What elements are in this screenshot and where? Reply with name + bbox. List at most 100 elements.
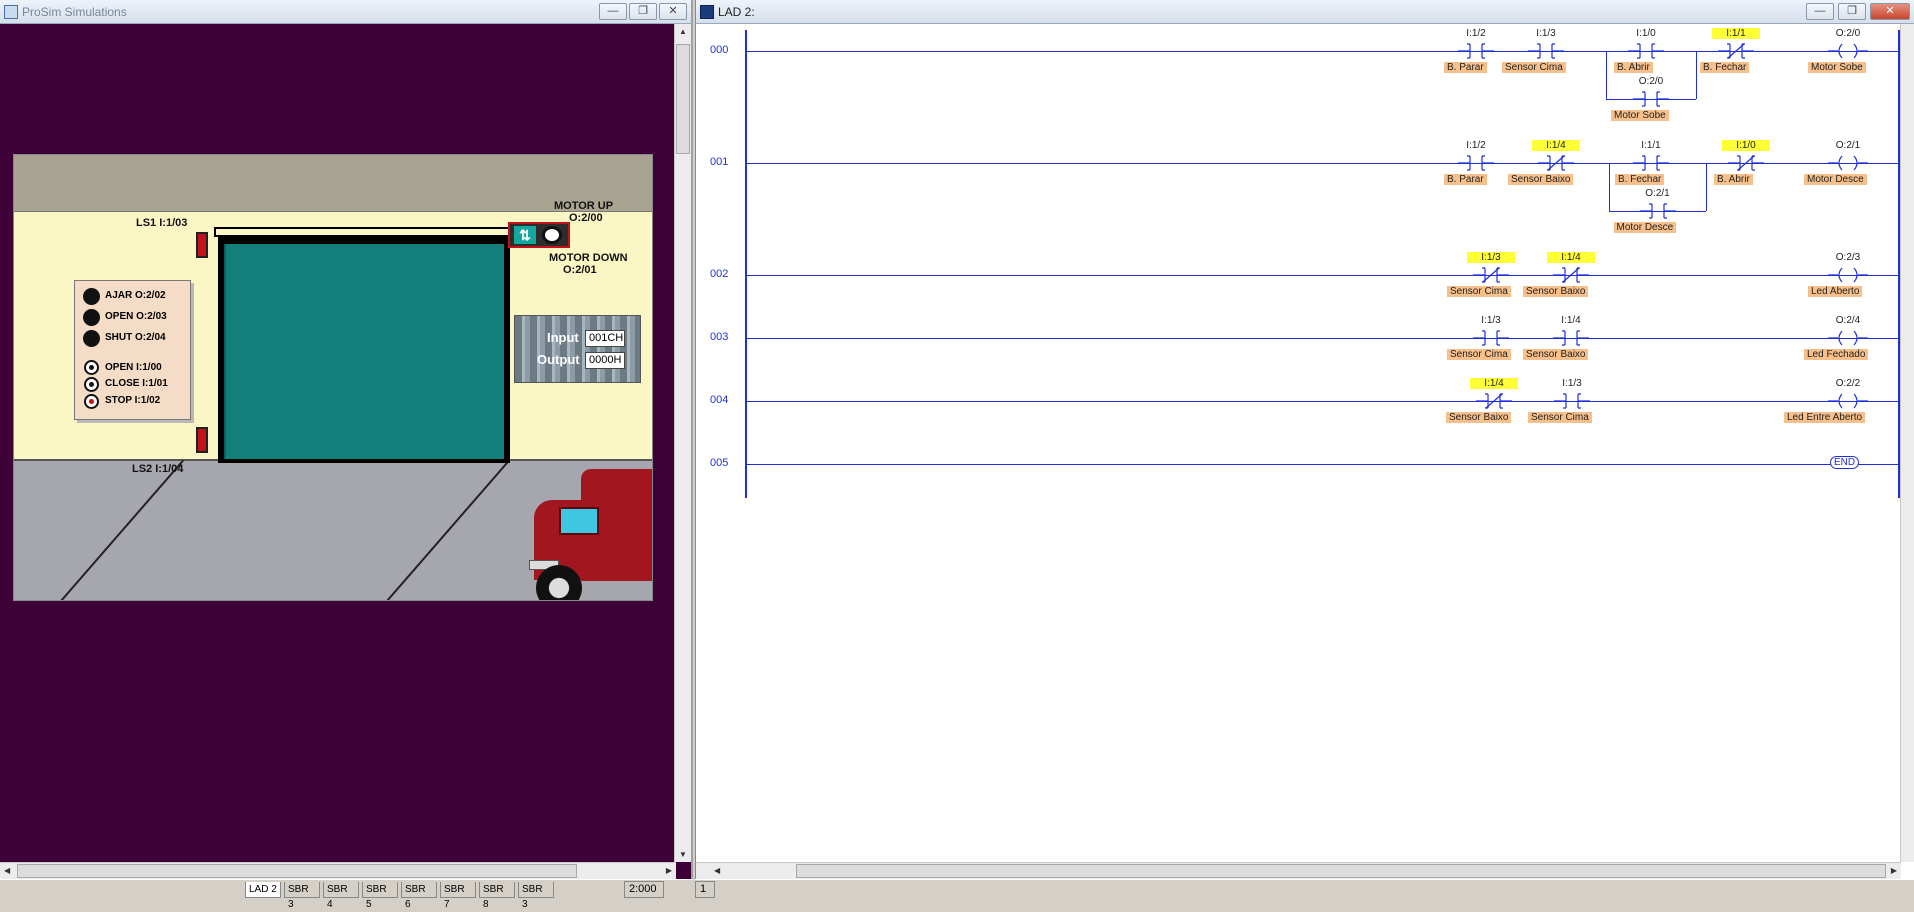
motor-down-label: MOTOR DOWN [549,252,628,264]
prosim-window: ProSim Simulations — ❐ ✕ LS1 I:1/03 LS2 … [0,0,693,879]
ladder-app-icon [700,5,714,19]
rung-000-4-contact[interactable] [1718,42,1754,60]
open-pushbutton[interactable] [84,360,99,375]
prosim-vertical-scrollbar[interactable]: ▲ ▼ [674,24,691,862]
tab-sbr-5-3[interactable]: SBR 5 [362,882,398,910]
rung-001-branch-right [1706,163,1707,211]
rung-002-coil[interactable] [1828,266,1868,284]
scroll-right-icon[interactable]: ▶ [666,866,672,875]
rung-004-1-address: I:1/4 [1470,378,1518,389]
rung-001-4-address: I:1/0 [1722,140,1770,151]
rung-004-2-contact[interactable] [1554,392,1590,410]
plc-input-value: 001CH [585,330,625,347]
rung-002-2-address: I:1/4 [1547,252,1595,263]
rung-002-coil-symbol: Led Aberto [1808,286,1863,297]
tab-sbr-3-7[interactable]: SBR 3 [518,882,554,910]
ls2-label: LS2 I:1/04 [132,463,184,475]
rung-000-coil-address: O:2/0 [1835,28,1861,39]
rung-002-1-symbol: Sensor Cima [1447,286,1511,297]
rung-000-coil[interactable] [1828,42,1868,60]
rung-003-coil[interactable] [1828,329,1868,347]
plc-output-value: 0000H [585,352,625,369]
rung-001-4-contact[interactable] [1728,154,1764,172]
stop-pushbutton-label: STOP I:1/02 [105,395,161,406]
ladder-scroll-right-icon[interactable]: ▶ [1891,866,1897,875]
rung-002-2-symbol: Sensor Baixo [1523,286,1589,297]
rung-000-2-symbol: Sensor Cima [1502,62,1566,73]
rung-001-1-contact[interactable] [1458,154,1494,172]
rung-005-end-marker: END [1830,456,1860,469]
rung-004-number: 004 [710,394,729,406]
ladder-horizontal-scrollbar[interactable]: ◀ ▶ [696,862,1901,879]
motor-wheel-icon [542,226,562,244]
door-motor: ⇅ [508,222,570,248]
rung-005-number: 005 [710,457,729,469]
rung-001-2-address: I:1/4 [1532,140,1580,151]
rung-004-coil[interactable] [1828,392,1868,410]
rung-000-2-contact[interactable] [1528,42,1564,60]
tab-sbr-4-2[interactable]: SBR 4 [323,882,359,910]
prosim-vscroll-thumb[interactable] [676,44,690,154]
rung-002-1-contact[interactable] [1473,266,1509,284]
rung-000-branch-symbol: Motor Sobe [1611,110,1669,121]
rung-003-2-address: I:1/4 [1561,315,1581,326]
rung-000-branch-contact[interactable] [1633,90,1669,108]
rung-001-3-contact[interactable] [1633,154,1669,172]
plc-output-label: Output [537,352,580,367]
rung-001-3-symbol: B. Fechar [1615,174,1665,185]
close-button[interactable]: ✕ [659,3,687,20]
rung-004-1-contact[interactable] [1476,392,1512,410]
rung-000-number: 000 [710,44,729,56]
garage-scene: LS1 I:1/03 LS2 I:1/04 MOTOR UP O:2/00 MO… [13,154,653,601]
ladder-close-button[interactable]: ✕ [1870,3,1910,20]
rung-001-coil[interactable] [1828,154,1868,172]
rung-004-line [745,401,1898,402]
rung-000-1-contact[interactable] [1458,42,1494,60]
minimize-button[interactable]: — [599,3,627,20]
tab-sbr-8-6[interactable]: SBR 8 [479,882,515,910]
rung-000-1-symbol: B. Parar [1444,62,1487,73]
rung-003-1-contact[interactable] [1473,329,1509,347]
prosim-hscroll-thumb[interactable] [17,864,577,878]
tab-sbr-3-1[interactable]: SBR 3 [284,882,320,910]
prosim-horizontal-scrollbar[interactable]: ◀ ▶ [0,862,676,879]
shut-lamp-label: SHUT O:2/04 [105,332,166,343]
limit-switch-ls2 [196,427,208,453]
tab-sbr-6-4[interactable]: SBR 6 [401,882,437,910]
ladder-minimize-button[interactable]: — [1806,3,1834,20]
control-panel: AJAR O:2/02 OPEN O:2/03 SHUT O:2/04 OPEN… [74,280,191,420]
ladder-restore-button[interactable]: ❐ [1838,3,1866,20]
tab-sbr-7-5[interactable]: SBR 7 [440,882,476,910]
scroll-up-icon[interactable]: ▲ [679,27,687,36]
door-rail [214,227,524,237]
rung-005-line [745,464,1898,465]
close-pushbutton[interactable] [84,377,99,392]
rung-001-branch-contact[interactable] [1639,202,1676,220]
ladder-vertical-scrollbar[interactable] [1900,24,1914,862]
rung-000-branch-address: O:2/0 [1638,76,1664,87]
ajar-lamp [83,288,100,305]
rung-001-line [745,163,1898,164]
status-bar-left: LAD 2 SBR 3 SBR 4 SBR 5 SBR 6 SBR 7 SBR 8 SBR 3… [0,879,693,910]
rung-001-coil-address: O:2/1 [1835,140,1861,151]
rung-003-1-address: I:1/3 [1481,315,1501,326]
tab-lad-2-0[interactable]: LAD 2 [245,882,281,898]
rung-001-1-symbol: B. Parar [1444,174,1487,185]
rung-003-2-symbol: Sensor Baixo [1523,349,1589,360]
ladder-window: LAD 2: — ❐ ✕ 000 I:1/2 B. Parar I:1/3 Sensor… [695,0,1914,879]
ladder-hscroll-thumb[interactable] [796,864,1886,878]
ladder-scroll-left-icon[interactable]: ◀ [714,866,720,875]
status-position: 2:000 [624,881,664,898]
rung-002-2-contact[interactable] [1553,266,1589,284]
scroll-down-icon[interactable]: ▼ [679,850,687,859]
rung-003-2-contact[interactable] [1553,329,1589,347]
restore-button[interactable]: ❐ [629,3,657,20]
rung-000-4-address: I:1/1 [1712,28,1760,39]
stop-pushbutton[interactable] [84,394,99,409]
rung-001-2-contact[interactable] [1538,154,1574,172]
scroll-left-icon[interactable]: ◀ [4,866,10,875]
prosim-title: ProSim Simulations [22,5,127,19]
rung-001-number: 001 [710,156,729,168]
rung-000-3-contact[interactable] [1628,42,1664,60]
rung-004-2-address: I:1/3 [1562,378,1582,389]
